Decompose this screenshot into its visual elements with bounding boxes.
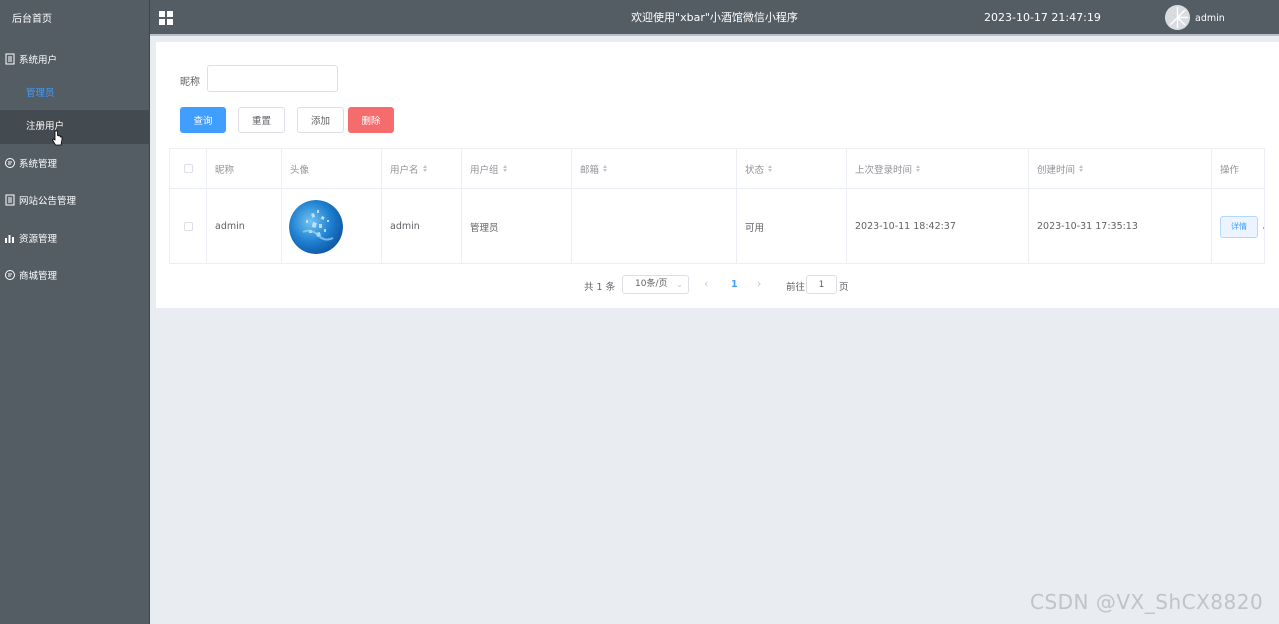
add-button[interactable]: 添加 (297, 107, 344, 133)
row-checkbox[interactable] (183, 222, 193, 231)
pagination-total: 共 1 条 (584, 282, 616, 293)
main-card: 昵称 查询 重置 添加 删除 昵称 头像 用户名 用户组 邮箱 状态 上次登录时… (156, 42, 1279, 308)
sidebar-sub-admin[interactable]: 管理员 (0, 77, 150, 111)
nickname-label: 昵称 (180, 77, 200, 88)
mouse-cursor-icon (51, 130, 64, 147)
avatar[interactable] (1165, 5, 1190, 30)
users-table: 昵称 头像 用户名 用户组 邮箱 状态 上次登录时间 创建时间 操作 admin (169, 148, 1265, 264)
row-select-cell (170, 189, 207, 263)
sidebar-item-label: 网站公告管理 (19, 195, 77, 207)
cell-status: 可用 (737, 189, 847, 263)
sidebar-home[interactable]: 后台首页 (0, 0, 149, 40)
column-header[interactable]: 创建时间 (1029, 149, 1212, 188)
page-title: 欢迎使用"xbar"小酒馆微信小程序 (631, 11, 798, 24)
column-header[interactable]: 状态 (737, 149, 847, 188)
bar-chart-icon (4, 232, 16, 244)
header-username[interactable]: admin (1195, 0, 1225, 38)
table-row: admin admin 管理员 可用 2023-10-11 18:42:37 2… (170, 189, 1264, 263)
pagination: 共 1 条 10条/页 ⌄ ‹ 1 › 前往 页 (156, 275, 1279, 295)
cell-group: 管理员 (462, 189, 572, 263)
column-header[interactable]: 上次登录时间 (847, 149, 1029, 188)
delete-button[interactable]: 删除 (348, 107, 394, 133)
cell-actions: 详情 (1212, 189, 1264, 263)
page-suffix: 页 (839, 282, 849, 293)
sidebar: 后台首页 系统用户 管理员 注册用户 系统管理 网站公告管理 资源管理 商城管理 (0, 0, 150, 624)
sidebar-item-label: 资源管理 (19, 233, 58, 245)
column-header: 操作 (1220, 164, 1240, 176)
column-header[interactable]: 邮箱 (572, 149, 737, 188)
sidebar-sub-registered-users[interactable]: 注册用户 (0, 110, 150, 144)
column-header[interactable]: 用户名 (382, 149, 462, 188)
more-indicator (1263, 227, 1264, 229)
user-avatar-image (289, 199, 343, 254)
cell-last-login: 2023-10-11 18:42:37 (847, 189, 1029, 263)
cell-username: admin (382, 189, 462, 263)
page-number[interactable]: 1 (731, 279, 738, 290)
chat-icon (4, 269, 16, 281)
sort-icon[interactable] (603, 165, 608, 172)
reset-button[interactable]: 重置 (238, 107, 285, 133)
sidebar-item-shop[interactable]: 商城管理 (0, 256, 150, 293)
header-select-cell (170, 149, 207, 188)
chevron-down-icon: ⌄ (676, 280, 683, 289)
page-size-select[interactable]: 10条/页 ⌄ (622, 275, 689, 294)
sidebar-item-label: 系统用户 (19, 54, 58, 66)
cell-email (572, 189, 737, 263)
prev-page-icon[interactable]: ‹ (704, 277, 708, 290)
next-page-icon[interactable]: › (757, 277, 761, 290)
cell-nickname: admin (207, 189, 282, 263)
sort-icon[interactable] (768, 165, 773, 172)
watermark: CSDN @VX_ShCX8820 (1030, 590, 1264, 614)
sidebar-item-resources[interactable]: 资源管理 (0, 219, 150, 256)
search-button[interactable]: 查询 (180, 107, 226, 133)
top-header: 欢迎使用"xbar"小酒馆微信小程序 2023-10-17 21:47:19 a… (150, 0, 1279, 36)
sort-icon[interactable] (502, 165, 507, 172)
header-datetime: 2023-10-17 21:47:19 (984, 11, 1101, 24)
chat-icon (4, 157, 16, 169)
goto-page-input[interactable] (806, 275, 837, 294)
page-size-value: 10条/页 (635, 279, 668, 289)
table-header-row: 昵称 头像 用户名 用户组 邮箱 状态 上次登录时间 创建时间 操作 (170, 149, 1264, 189)
sort-icon[interactable] (1079, 165, 1084, 172)
sidebar-item-label: 商城管理 (19, 270, 58, 282)
sidebar-item-label: 系统管理 (19, 158, 58, 170)
goto-label: 前往 (786, 282, 806, 293)
cell-created: 2023-10-31 17:35:13 (1029, 189, 1212, 263)
cell-avatar (282, 189, 382, 263)
detail-button[interactable]: 详情 (1220, 215, 1258, 238)
sort-icon[interactable] (916, 165, 921, 172)
sidebar-item-announcements[interactable]: 网站公告管理 (0, 181, 150, 218)
column-header[interactable]: 用户组 (462, 149, 572, 188)
sidebar-item-system-users[interactable]: 系统用户 (0, 40, 150, 77)
column-header: 头像 (282, 149, 382, 188)
document-icon (4, 53, 16, 65)
select-all-checkbox[interactable] (183, 164, 193, 173)
document-icon (4, 194, 16, 206)
sort-icon[interactable] (422, 165, 427, 172)
column-header: 昵称 (207, 149, 282, 188)
sidebar-item-system-management[interactable]: 系统管理 (0, 144, 150, 181)
nickname-input[interactable] (207, 65, 338, 92)
